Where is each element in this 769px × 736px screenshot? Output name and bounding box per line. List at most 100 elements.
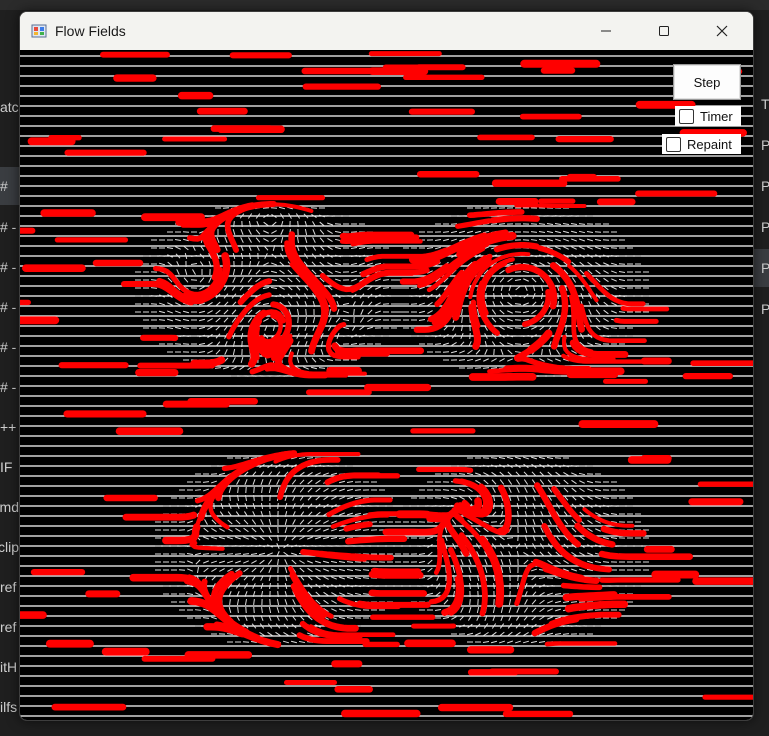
field-tick xyxy=(242,553,250,555)
field-tick xyxy=(263,262,269,266)
field-tick xyxy=(207,310,213,314)
ide-left-item: # - xyxy=(0,208,19,246)
field-tick xyxy=(571,238,577,242)
field-tick xyxy=(554,608,562,612)
timer-checkbox[interactable]: Timer xyxy=(675,106,741,126)
field-tick xyxy=(509,566,511,574)
field-tick xyxy=(546,215,554,217)
field-tick xyxy=(587,488,593,492)
field-tick xyxy=(554,576,562,580)
field-tick xyxy=(248,269,252,275)
field-tick xyxy=(195,559,201,565)
field-tick xyxy=(555,246,561,250)
field-tick xyxy=(331,496,337,500)
field-tick xyxy=(443,599,449,605)
field-tick xyxy=(554,230,562,234)
field-tick xyxy=(492,606,496,614)
field-tick xyxy=(253,606,255,614)
repaint-checkbox-box[interactable] xyxy=(666,136,681,152)
field-tick xyxy=(204,519,208,525)
field-tick xyxy=(234,553,242,555)
field-tick xyxy=(563,519,569,525)
field-tick xyxy=(499,471,505,477)
field-tick xyxy=(276,479,280,485)
step-button[interactable]: Step xyxy=(673,64,741,100)
field-tick xyxy=(532,487,536,493)
particle-streak xyxy=(122,511,198,521)
field-tick xyxy=(271,230,277,234)
field-tick xyxy=(319,261,325,267)
field-tick xyxy=(475,480,481,484)
field-tick xyxy=(336,309,340,315)
field-tick xyxy=(307,560,313,564)
field-tick xyxy=(546,456,554,460)
maximize-button[interactable] xyxy=(635,12,693,50)
field-tick xyxy=(251,567,257,573)
flow-field-canvas-area[interactable]: Step Timer Repaint xyxy=(20,50,753,720)
field-tick xyxy=(228,486,232,494)
field-tick xyxy=(255,277,261,283)
field-tick xyxy=(334,270,342,274)
timer-checkbox-box[interactable] xyxy=(679,108,694,124)
field-tick xyxy=(483,631,489,637)
field-tick xyxy=(458,473,466,475)
field-tick xyxy=(239,365,245,371)
field-tick xyxy=(262,302,270,306)
field-tick xyxy=(571,479,577,485)
field-tick xyxy=(210,560,218,564)
field-tick xyxy=(531,575,537,581)
field-tick xyxy=(199,277,205,283)
field-tick xyxy=(268,527,272,533)
close-button[interactable] xyxy=(693,12,751,50)
minimize-button[interactable] xyxy=(577,12,635,50)
field-tick xyxy=(484,559,488,565)
field-tick xyxy=(506,326,514,330)
particle-streak xyxy=(300,549,394,561)
flow-field-canvas[interactable] xyxy=(20,50,753,720)
field-tick xyxy=(546,592,554,596)
ide-right-item: T xyxy=(761,96,769,112)
field-tick xyxy=(586,238,594,242)
field-tick xyxy=(524,518,528,526)
title-bar[interactable]: Flow Fields xyxy=(20,12,753,50)
field-tick xyxy=(562,215,570,217)
field-tick xyxy=(587,342,593,346)
field-tick xyxy=(539,479,545,485)
field-tick xyxy=(434,239,442,241)
field-tick xyxy=(315,511,321,517)
field-tick xyxy=(442,231,450,233)
field-tick xyxy=(459,488,465,492)
field-tick xyxy=(330,472,338,476)
field-tick xyxy=(243,560,249,564)
particle-streak xyxy=(487,367,556,374)
field-tick xyxy=(284,559,288,565)
field-tick xyxy=(346,488,354,492)
ide-left-item-text: clip xyxy=(0,539,19,555)
field-tick xyxy=(523,607,529,613)
field-tick xyxy=(323,520,329,524)
field-tick xyxy=(562,601,570,603)
field-tick xyxy=(354,576,362,580)
repaint-checkbox[interactable]: Repaint xyxy=(662,134,741,154)
field-tick xyxy=(499,341,505,347)
field-tick xyxy=(499,519,505,525)
field-tick xyxy=(530,456,538,460)
field-tick xyxy=(578,230,586,234)
field-tick xyxy=(594,231,602,233)
field-tick xyxy=(315,479,321,485)
field-tick xyxy=(442,238,450,242)
field-tick xyxy=(262,270,270,274)
field-tick xyxy=(248,229,252,235)
field-tick xyxy=(475,358,481,362)
field-tick xyxy=(579,246,585,250)
field-tick xyxy=(218,553,226,555)
field-tick xyxy=(450,223,458,225)
field-tick xyxy=(563,560,569,564)
field-tick xyxy=(334,230,342,234)
field-tick xyxy=(323,528,329,532)
ide-left-item: itH xyxy=(0,648,19,686)
field-tick xyxy=(182,343,190,345)
field-tick xyxy=(467,349,473,355)
field-tick xyxy=(207,350,213,354)
field-tick xyxy=(270,207,278,209)
